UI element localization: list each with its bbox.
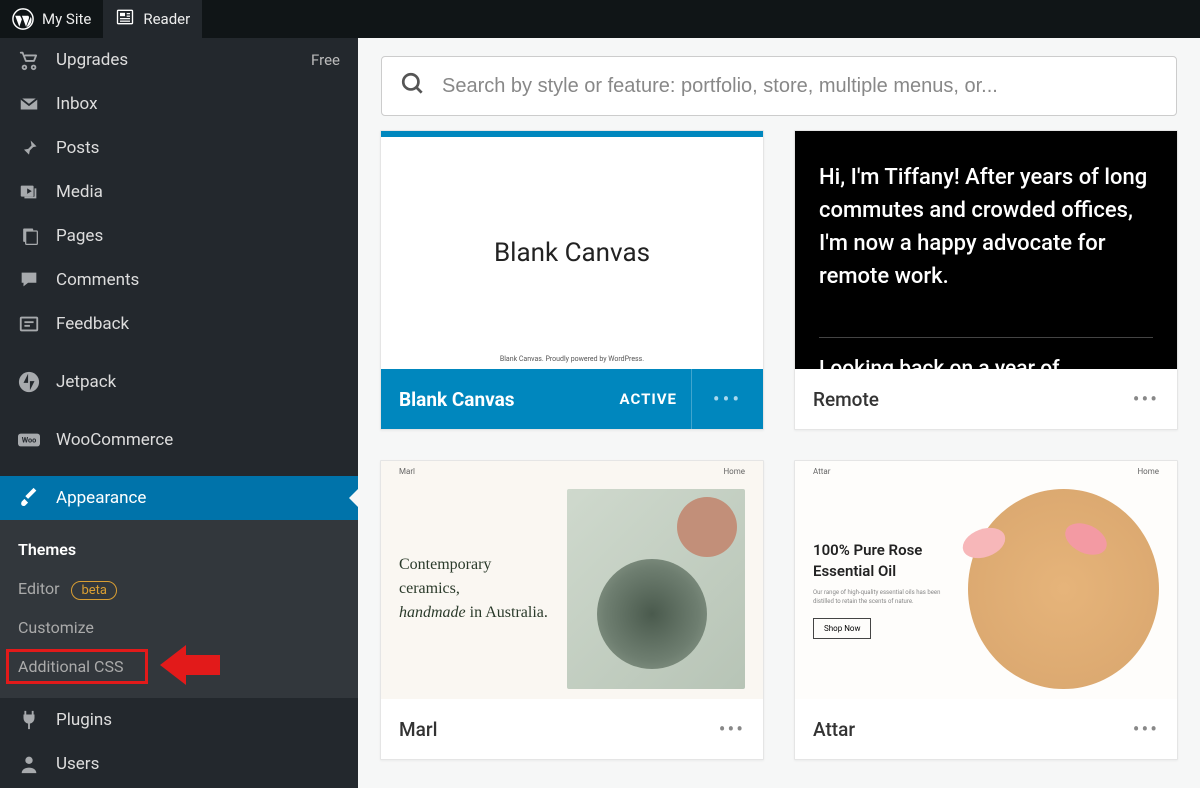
topbar-reader[interactable]: Reader [103,0,202,38]
comments-icon [18,269,40,291]
theme-preview: Hi, I'm Tiffany! After years of long com… [795,131,1177,369]
theme-actions-button[interactable]: ••• [1133,387,1159,411]
woo-icon: Woo [18,429,40,451]
rose-oil-image [968,489,1159,689]
reader-icon [115,7,135,31]
submenu-additional-css[interactable]: Additional CSS [0,647,358,686]
theme-preview: AttarHome 100% Pure Rose Essential Oil O… [795,461,1177,699]
sidebar-item-comments[interactable]: Comments [0,258,358,302]
sidebar-item-upgrades[interactable]: Upgrades Free [0,38,358,82]
sidebar-item-posts[interactable]: Posts [0,126,358,170]
sidebar-label: Plugins [56,710,112,730]
sidebar-label: Media [56,182,103,202]
sidebar-item-feedback[interactable]: Feedback [0,302,358,346]
theme-card-marl[interactable]: MarlHome Contemporary ceramics, handmade… [380,460,764,760]
sidebar-item-users[interactable]: Users [0,742,358,786]
sidebar-label: Appearance [56,488,146,508]
topbar-my-site[interactable]: My Site [0,0,103,38]
submenu-editor[interactable]: Editor beta [0,569,358,608]
theme-preview: MarlHome Contemporary ceramics, handmade… [381,461,763,699]
mail-icon [18,93,40,115]
sidebar-item-pages[interactable]: Pages [0,214,358,258]
theme-actions-button[interactable]: ••• [719,717,745,741]
theme-search-bar[interactable] [381,56,1177,116]
sidebar-item-inbox[interactable]: Inbox [0,82,358,126]
shop-now-button: Shop Now [813,618,871,639]
topbar-reader-label: Reader [143,10,190,28]
sidebar-label: Upgrades [56,50,128,70]
theme-card-footer: Blank Canvas ACTIVE ••• [381,369,763,429]
theme-name: Attar [813,718,855,741]
users-icon [18,753,40,775]
admin-topbar: My Site Reader [0,0,1200,38]
media-icon [18,181,40,203]
sidebar-item-plugins[interactable]: Plugins [0,698,358,742]
theme-card-footer: Remote ••• [795,369,1177,429]
theme-name: Blank Canvas [399,388,515,411]
theme-card-footer: Attar ••• [795,699,1177,759]
topbar-my-site-label: My Site [42,10,91,28]
svg-text:Woo: Woo [22,436,37,445]
ceramics-image [567,489,745,689]
upgrades-badge: Free [311,51,340,69]
sidebar-item-woocommerce[interactable]: Woo WooCommerce [0,418,358,462]
themes-grid: Blank Canvas Blank Canvas. Proudly power… [380,130,1178,760]
annotation-arrow-icon [160,645,224,689]
search-icon [400,71,426,101]
submenu-themes[interactable]: Themes [0,530,358,569]
main-content: Blank Canvas Blank Canvas. Proudly power… [358,38,1200,788]
jetpack-icon [18,371,40,393]
sidebar-label: Pages [56,226,103,246]
feedback-icon [18,313,40,335]
plug-icon [18,709,40,731]
theme-card-footer: Marl ••• [381,699,763,759]
cart-icon [18,49,40,71]
theme-name: Marl [399,718,437,741]
sidebar-item-jetpack[interactable]: Jetpack [0,360,358,404]
admin-sidebar: Upgrades Free Inbox Posts Media Pages Co… [0,38,358,788]
theme-card-attar[interactable]: AttarHome 100% Pure Rose Essential Oil O… [794,460,1178,760]
wordpress-logo-icon [12,8,34,30]
beta-badge: beta [71,581,117,600]
sidebar-label: Jetpack [56,372,116,392]
theme-actions-button[interactable]: ••• [1133,717,1159,741]
sidebar-label: Comments [56,270,139,290]
sidebar-item-media[interactable]: Media [0,170,358,214]
sidebar-label: Users [56,754,99,774]
theme-status-badge: ACTIVE [620,390,677,408]
pages-icon [18,225,40,247]
theme-preview: Blank Canvas Blank Canvas. Proudly power… [381,131,763,369]
theme-name: Remote [813,388,879,411]
theme-card-blank-canvas[interactable]: Blank Canvas Blank Canvas. Proudly power… [380,130,764,430]
submenu-customize[interactable]: Customize [0,608,358,647]
brush-icon [18,487,40,509]
theme-search-input[interactable] [442,75,1158,98]
sidebar-item-appearance[interactable]: Appearance [0,476,358,520]
sidebar-label: WooCommerce [56,430,173,450]
theme-card-remote[interactable]: Hi, I'm Tiffany! After years of long com… [794,130,1178,430]
sidebar-label: Feedback [56,314,129,334]
sidebar-label: Posts [56,138,99,158]
pin-icon [18,137,40,159]
appearance-submenu: Themes Editor beta Customize Additional … [0,520,358,698]
theme-actions-button[interactable]: ••• [691,369,763,429]
sidebar-label: Inbox [56,94,98,114]
